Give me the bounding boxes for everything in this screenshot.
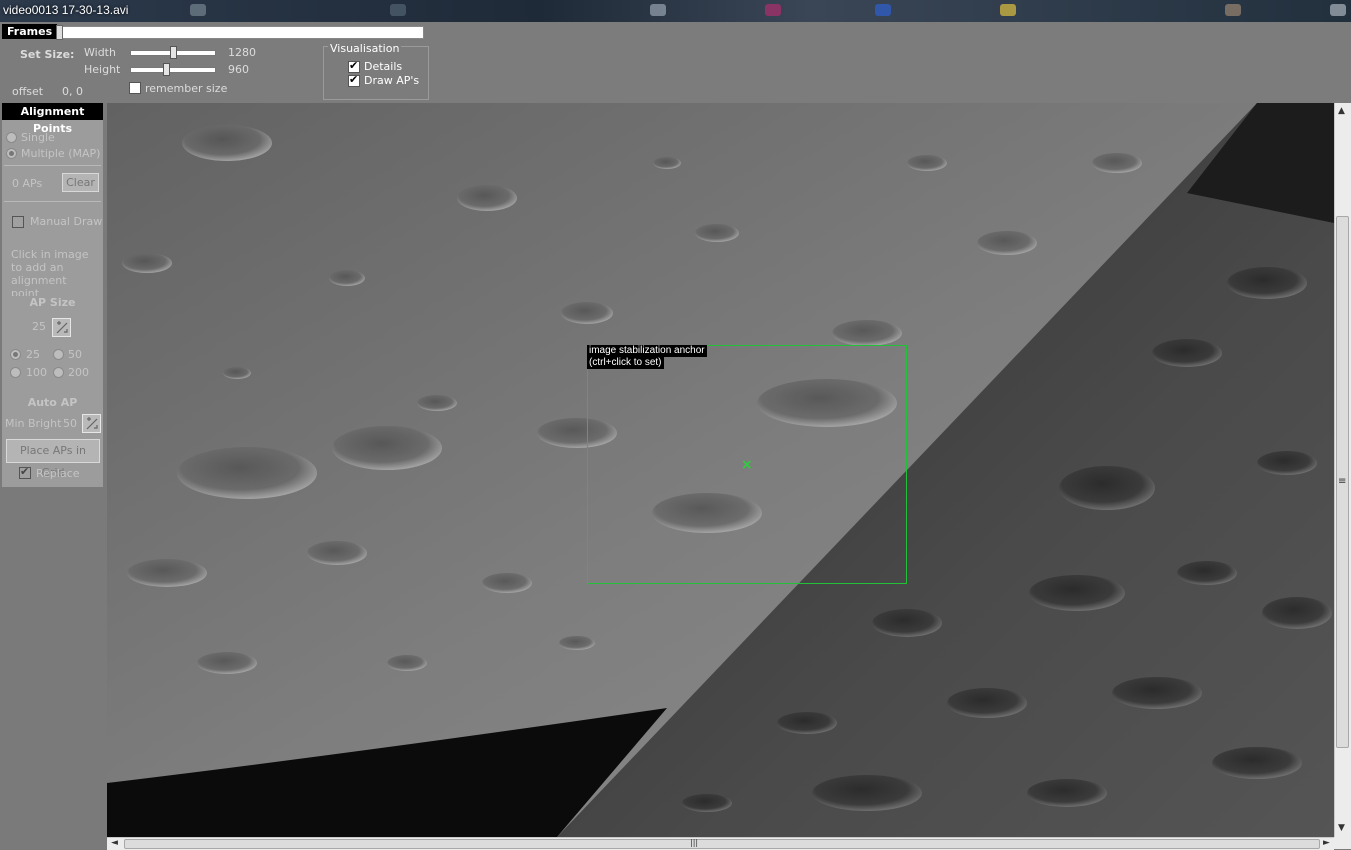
visualisation-title: Visualisation	[328, 42, 402, 55]
scroll-up-icon[interactable]: ▲	[1338, 106, 1345, 116]
taskbar-thumbnail	[1330, 4, 1346, 16]
divider	[4, 201, 101, 202]
taskbar-thumbnail	[875, 4, 891, 16]
sidebar-background	[0, 487, 107, 849]
size-option-50: 50	[68, 348, 82, 361]
ap-size-picker-icon[interactable]	[52, 318, 71, 337]
multiple-mode-label: Multiple (MAP)	[21, 147, 101, 160]
taskbar-thumbnail	[650, 4, 666, 16]
horizontal-scrollbar-thumb[interactable]	[124, 839, 1320, 849]
size-radio-50[interactable]	[53, 349, 64, 360]
remember-size-label: remember size	[145, 82, 228, 95]
width-label: Width	[84, 46, 116, 59]
min-bright-label: Min Bright	[5, 417, 62, 430]
clear-button[interactable]: Clear	[62, 173, 99, 192]
single-mode-label: Single	[21, 131, 55, 144]
replace-label: Replace	[36, 467, 80, 480]
size-option-25: 25	[26, 348, 40, 361]
horizontal-grip-icon: |||	[690, 838, 699, 847]
taskbar-thumbnail	[390, 4, 406, 16]
replace-checkbox[interactable]	[19, 465, 31, 479]
offset-value: 0, 0	[62, 85, 83, 98]
width-value: 1280	[228, 46, 256, 59]
offset-label: offset	[12, 85, 44, 98]
taskbar-thumbnail	[190, 4, 206, 16]
divider	[4, 165, 101, 166]
draw-aps-checkbox[interactable]	[348, 73, 360, 87]
ap-size-header: AP Size	[2, 296, 103, 309]
draw-aps-label: Draw AP's	[364, 74, 420, 87]
multiple-mode-radio[interactable]	[6, 148, 17, 159]
size-radio-200[interactable]	[53, 367, 64, 378]
size-option-200: 200	[68, 366, 89, 379]
taskbar-thumbnail	[765, 4, 781, 16]
min-bright-picker-icon[interactable]	[82, 414, 101, 433]
size-radio-25[interactable]	[10, 349, 21, 360]
anchor-label-line1: image stabilization anchor	[587, 345, 707, 357]
details-checkbox[interactable]	[348, 59, 360, 73]
window-title: video0013 17-30-13.avi	[3, 3, 129, 17]
frames-slider-thumb[interactable]	[56, 25, 63, 40]
anchor-label-line2: (ctrl+click to set)	[587, 357, 664, 369]
scroll-right-icon[interactable]: ►	[1323, 838, 1330, 848]
place-aps-in-grid-button[interactable]: Place APs in Grid	[6, 439, 100, 479]
anchor-marker-icon: ×	[741, 457, 753, 473]
height-slider[interactable]	[130, 67, 216, 73]
size-option-100: 100	[26, 366, 47, 379]
details-label: Details	[364, 60, 403, 73]
width-slider-thumb[interactable]	[170, 46, 177, 59]
taskbar-thumbnail	[1000, 4, 1016, 16]
ap-count: 0 APs	[12, 177, 43, 190]
alignment-points-title: Alignment Points	[2, 103, 103, 135]
auto-ap-header: Auto AP	[2, 396, 103, 409]
set-size-label: Set Size:	[20, 48, 75, 61]
min-bright-value: 50	[63, 417, 77, 430]
manual-draw-label: Manual Draw	[30, 215, 103, 228]
size-radio-100[interactable]	[10, 367, 21, 378]
vertical-grip-icon: ≡	[1338, 476, 1347, 487]
ap-size-value: 25	[32, 320, 46, 333]
taskbar-thumbnail	[1225, 4, 1241, 16]
scrollbar-corner	[1334, 837, 1351, 849]
remember-size-checkbox[interactable]	[129, 82, 141, 94]
frames-slider-track[interactable]	[56, 26, 424, 39]
window-titlebar[interactable]: video0013 17-30-13.avi	[0, 0, 1351, 22]
add-point-hint: Click in image to add an alignment point	[11, 248, 89, 300]
height-slider-thumb[interactable]	[163, 63, 170, 76]
scroll-left-icon[interactable]: ◄	[111, 838, 118, 848]
height-value: 960	[228, 63, 249, 76]
frames-label: Frames	[2, 24, 58, 39]
scroll-down-icon[interactable]: ▼	[1338, 823, 1345, 833]
height-label: Height	[84, 63, 121, 76]
manual-draw-checkbox[interactable]	[12, 216, 24, 228]
single-mode-radio[interactable]	[6, 132, 17, 143]
